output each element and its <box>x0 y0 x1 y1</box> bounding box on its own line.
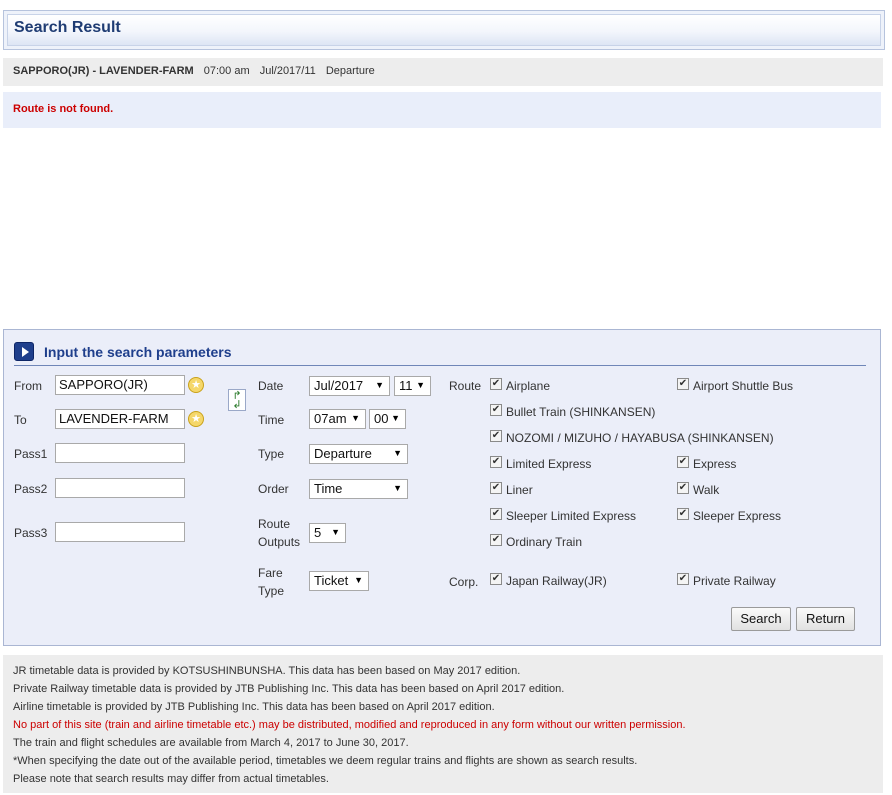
pass2-label: Pass2 <box>14 482 48 496</box>
private-railway-label: Private Railway <box>693 574 776 588</box>
search-condition-bar: SAPPORO(JR) - LAVENDER-FARM 07:00 am Jul… <box>3 58 883 86</box>
time-minute-select[interactable]: 00 ▼ <box>369 409 406 429</box>
ordinary-train-label: Ordinary Train <box>506 535 583 549</box>
date-day-select[interactable]: 11 ▼ <box>394 376 431 396</box>
result-header-inner <box>7 14 881 46</box>
limited-express-checkbox[interactable]: ✔ <box>490 456 502 468</box>
route-label: Route <box>449 379 482 393</box>
type-value: Departure <box>314 446 372 461</box>
chevron-down-icon: ▼ <box>375 380 384 390</box>
order-value: Time <box>314 481 343 496</box>
airport-shuttle-bus-label: Airport Shuttle Bus <box>693 379 794 393</box>
bullet-train-label: Bullet Train (SHINKANSEN) <box>506 405 656 419</box>
pass1-label: Pass1 <box>14 447 48 461</box>
pass3-input[interactable] <box>55 522 185 542</box>
route-outputs-label-2: Outputs <box>258 535 301 549</box>
to-input[interactable]: LAVENDER-FARM <box>55 409 185 429</box>
route-outputs-label-1: Route <box>258 517 291 531</box>
sleeper-express-label: Sleeper Express <box>693 509 782 523</box>
date-label: Date <box>258 379 284 393</box>
liner-checkbox[interactable]: ✔ <box>490 482 502 494</box>
chevron-down-icon: ▼ <box>331 527 340 537</box>
fare-type-select[interactable]: Ticket ▼ <box>309 571 369 591</box>
nozomi-label: NOZOMI / MIZUHO / HAYABUSA (SHINKANSEN) <box>506 431 774 445</box>
panel-title-bar: Input the search parameters <box>14 342 866 366</box>
fare-type-label-2: Type <box>258 584 285 598</box>
footer-note-out-of-period: *When specifying the date out of the ava… <box>13 755 638 767</box>
result-header: Search Result <box>3 10 885 50</box>
sleeper-limited-express-label: Sleeper Limited Express <box>506 509 637 523</box>
japan-railway-checkbox[interactable]: ✔ <box>490 573 502 585</box>
sleeper-express-checkbox[interactable]: ✔ <box>677 508 689 520</box>
play-icon <box>14 342 34 361</box>
airplane-label: Airplane <box>506 379 551 393</box>
chevron-down-icon: ▼ <box>391 413 400 423</box>
pass1-input[interactable] <box>55 443 185 463</box>
private-railway-checkbox[interactable]: ✔ <box>677 573 689 585</box>
time-hour-select[interactable]: 07am ▼ <box>309 409 366 429</box>
footer-note-airline: Airline timetable is provided by JTB Pub… <box>13 701 495 713</box>
limited-express-label: Limited Express <box>506 457 592 471</box>
fare-type-label-1: Fare <box>258 566 283 580</box>
to-label: To <box>14 413 27 427</box>
chevron-down-icon: ▼ <box>393 448 402 458</box>
type-select[interactable]: Departure ▼ <box>309 444 408 464</box>
corp-label: Corp. <box>449 575 479 589</box>
pass3-label: Pass3 <box>14 526 48 540</box>
condition-route: SAPPORO(JR) - LAVENDER-FARM <box>13 65 194 77</box>
from-input[interactable]: SAPPORO(JR) <box>55 375 185 395</box>
date-day-value: 11 <box>399 378 413 393</box>
page-title: Search Result <box>14 19 121 36</box>
date-month-value: Jul/2017 <box>314 378 364 393</box>
fare-type-value: Ticket <box>314 573 349 588</box>
panel-title: Input the search parameters <box>44 344 232 360</box>
chevron-down-icon: ▼ <box>416 380 425 390</box>
type-label: Type <box>258 447 285 461</box>
footer-note-available-period: The train and flight schedules are avail… <box>13 737 409 749</box>
nozomi-checkbox[interactable]: ✔ <box>490 430 502 442</box>
liner-label: Liner <box>506 483 533 497</box>
order-select[interactable]: Time ▼ <box>309 479 408 499</box>
time-hour-value: 07am <box>314 411 347 426</box>
express-label: Express <box>693 457 737 471</box>
chevron-down-icon: ▼ <box>351 413 360 423</box>
date-month-select[interactable]: Jul/2017 ▼ <box>309 376 390 396</box>
return-button[interactable]: Return <box>796 607 855 631</box>
japan-railway-label: Japan Railway(JR) <box>506 574 607 588</box>
star-icon[interactable]: ★ <box>188 411 204 427</box>
chevron-down-icon: ▼ <box>354 575 363 585</box>
walk-checkbox[interactable]: ✔ <box>677 482 689 494</box>
time-minute-value: 00 <box>374 411 389 426</box>
walk-label: Walk <box>693 483 720 497</box>
express-checkbox[interactable]: ✔ <box>677 456 689 468</box>
condition-date: Jul/2017/11 <box>259 65 316 77</box>
ordinary-train-checkbox[interactable]: ✔ <box>490 534 502 546</box>
search-parameters-panel: Input the search parameters From SAPPORO… <box>3 329 881 646</box>
footer-note-private-railway: Private Railway timetable data is provid… <box>13 683 565 695</box>
swap-stations-icon[interactable]: ↱ ↲ <box>228 389 246 411</box>
search-button[interactable]: Search <box>731 607 791 631</box>
error-message: Route is not found. <box>3 92 881 128</box>
pass2-input[interactable] <box>55 478 185 498</box>
from-label: From <box>14 379 42 393</box>
sleeper-limited-express-checkbox[interactable]: ✔ <box>490 508 502 520</box>
time-label: Time <box>258 413 285 427</box>
airport-shuttle-bus-checkbox[interactable]: ✔ <box>677 378 689 390</box>
route-outputs-select[interactable]: 5 ▼ <box>309 523 346 543</box>
footer-note-jr: JR timetable data is provided by KOTSUSH… <box>13 665 521 677</box>
chevron-down-icon: ▼ <box>393 483 402 493</box>
footer-notes: JR timetable data is provided by KOTSUSH… <box>3 655 883 793</box>
route-outputs-value: 5 <box>314 525 322 540</box>
bullet-train-checkbox[interactable]: ✔ <box>490 404 502 416</box>
condition-type: Departure <box>325 65 375 77</box>
footer-note-copyright: No part of this site (train and airline … <box>13 719 686 731</box>
footer-note-disclaimer: Please note that search results may diff… <box>13 773 329 785</box>
star-icon[interactable]: ★ <box>188 377 204 393</box>
condition-time: 07:00 am <box>203 65 250 77</box>
airplane-checkbox[interactable]: ✔ <box>490 378 502 390</box>
order-label: Order <box>258 482 289 496</box>
